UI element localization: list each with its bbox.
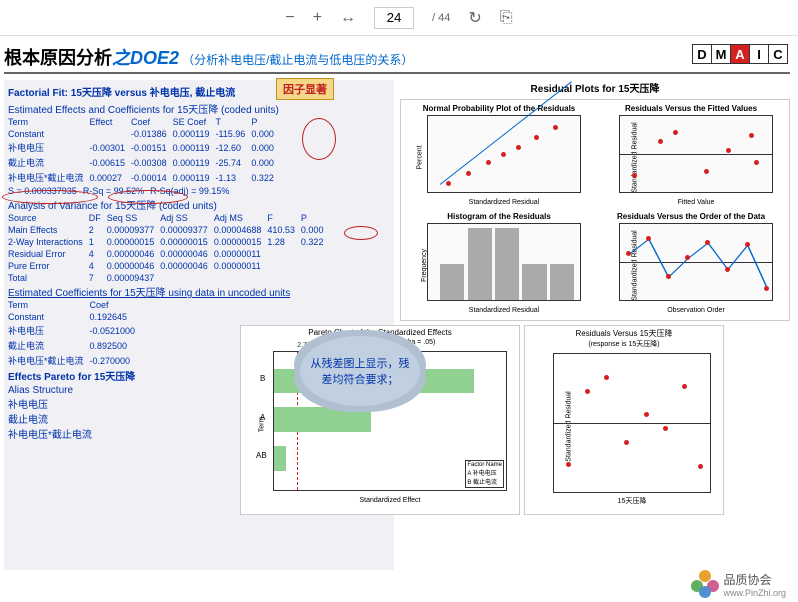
chart-histogram: Histogram of the Residuals Frequency Sta… [405, 212, 593, 316]
rotate-icon[interactable]: ↻ [468, 8, 481, 28]
zoom-in-icon[interactable]: + [313, 9, 322, 27]
pdf-toolbar: − + ↔ / 44 ↻ ⎘ [0, 0, 798, 36]
tools-icon[interactable]: ⎘ [500, 9, 513, 27]
title-highlight: 之DOE2 [112, 48, 179, 68]
dmaic-i: I [749, 44, 769, 64]
anova-table: SourceDFSeq SSAdj SSAdj MSFP Main Effect… [8, 212, 329, 284]
brand-url: www.PinZhi.org [723, 588, 786, 598]
dmaic-d: D [692, 44, 712, 64]
page-title: 根本原因分析之DOE2 （分析补电电压/截止电流与低电压的关系） [4, 44, 790, 70]
title-sub: （分析补电电压/截止电流与低电压的关系） [182, 53, 413, 67]
title-main: 根本原因分析 [4, 48, 112, 68]
oval-p-values [302, 118, 336, 160]
chart-normal-probability: Normal Probability Plot of the Residuals… [405, 104, 593, 208]
title-divider [4, 72, 790, 74]
callout-factor-significant: 因子显著 [276, 78, 334, 100]
residual-grid-title: Residual Plots for 15天压降 [400, 80, 790, 95]
brand-name: 品质协会 [723, 571, 786, 588]
chart-resid-vs-order: Residuals Versus the Order of the Data S… [597, 212, 785, 316]
cloud-annotation: 从残差图上显示，残差均符合要求； [300, 336, 420, 406]
dmaic-badge: D M A I C [693, 44, 788, 64]
chart-resid-vs-fitted: Residuals Versus the Fitted Values Stand… [597, 104, 785, 208]
document-page: D M A I C 根本原因分析之DOE2 （分析补电电压/截止电流与低电压的关… [0, 36, 798, 602]
uncoded-table: TermCoef Constant0.192645 补电电压-0.0521000… [8, 299, 141, 368]
oval-rsq-value [108, 190, 188, 204]
oval-anova-p [344, 226, 378, 240]
page-total-label: / 44 [432, 12, 450, 24]
charts-panel: Residual Plots for 15天压降 Normal Probabil… [400, 80, 790, 570]
oval-s-value [2, 190, 98, 204]
dmaic-m: M [711, 44, 731, 64]
zoom-out-icon[interactable]: − [285, 9, 294, 27]
fit-width-icon[interactable]: ↔ [340, 9, 356, 27]
est-effects-title: Estimated Effects and Coefficients for 1… [8, 101, 390, 116]
effects-table: TermEffectCoefSE CoefTP Constant-0.01386… [8, 116, 280, 185]
uncoded-title: Estimated Coefficients for 15天压降 using d… [8, 284, 390, 299]
logo-icon [691, 570, 719, 598]
footer-brand: 品质协会 www.PinZhi.org [691, 570, 786, 598]
dmaic-c: C [768, 44, 788, 64]
dmaic-a: A [730, 44, 750, 64]
chart-resid-vs-response: Residuals Versus 15天压降 (response is 15天压… [524, 325, 724, 515]
page-number-input[interactable] [374, 7, 414, 29]
